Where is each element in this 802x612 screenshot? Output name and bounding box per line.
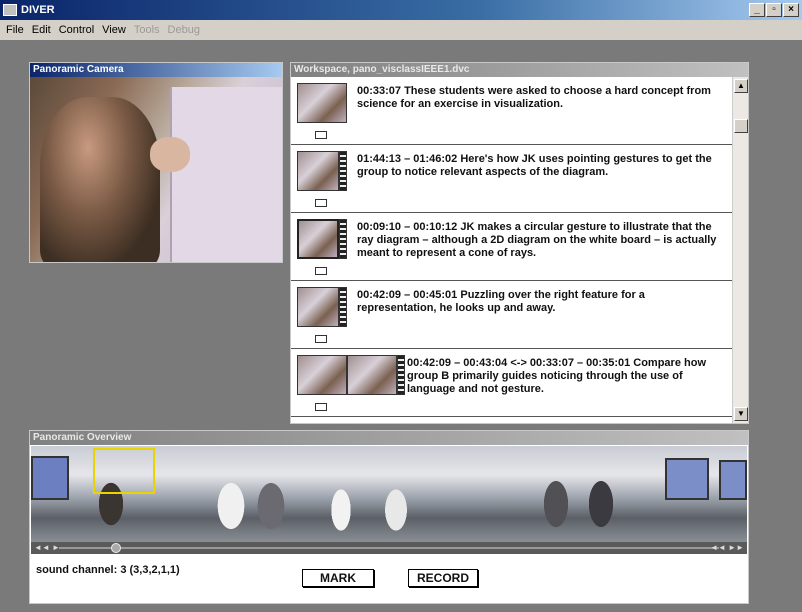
menu-bar: File Edit Control View Tools Debug <box>0 20 802 40</box>
workspace-panel: Workspace, pano_visclassIEEE1.dvc 00:33:… <box>290 62 749 424</box>
camera-panel-title: Panoramic Camera <box>30 63 282 77</box>
clip-thumbnail[interactable] <box>297 287 339 327</box>
filmstrip-icon <box>339 151 347 191</box>
rewind-icon[interactable]: ◄◄ ► <box>34 543 60 552</box>
clip-thumbnail[interactable] <box>297 355 347 395</box>
entry-marker[interactable] <box>315 267 327 275</box>
menu-tools: Tools <box>133 24 160 36</box>
app-icon <box>3 4 17 16</box>
scroll-down-icon[interactable]: ▼ <box>734 407 748 421</box>
mark-button[interactable]: MARK <box>302 569 374 587</box>
annotation-text[interactable]: 00:33:07 These students were asked to ch… <box>357 85 724 111</box>
record-button[interactable]: RECORD <box>408 569 478 587</box>
forward-icon[interactable]: ◄◄ ►► <box>710 543 744 552</box>
filmstrip-icon <box>339 287 347 327</box>
scroll-up-icon[interactable]: ▲ <box>734 79 748 93</box>
filmstrip-icon <box>339 219 347 259</box>
projector-screen-image <box>665 458 709 500</box>
close-button[interactable]: × <box>783 3 799 17</box>
clip-thumbnail[interactable] <box>347 355 397 395</box>
menu-edit[interactable]: Edit <box>32 24 51 36</box>
window-title-bar: DIVER _ ▫ × <box>0 0 802 20</box>
list-item[interactable]: 00:42:09 – 00:45:01 Puzzling over the ri… <box>291 281 732 349</box>
menu-control[interactable]: Control <box>59 24 94 36</box>
list-item[interactable]: 00:09:10 – 00:10:12 JK makes a circular … <box>291 213 732 281</box>
entry-marker[interactable] <box>315 199 327 207</box>
annotation-text[interactable]: 00:09:10 – 00:10:12 JK makes a circular … <box>357 221 724 260</box>
annotation-text[interactable]: 01:44:13 – 01:46:02 Here's how JK uses p… <box>357 153 724 179</box>
minimize-button[interactable]: _ <box>749 3 765 17</box>
clip-thumbnail[interactable] <box>297 151 339 191</box>
list-item[interactable]: 00:42:09 – 00:43:04 <-> 00:33:07 – 00:35… <box>291 349 732 417</box>
annotation-list: 00:33:07 These students were asked to ch… <box>291 77 732 423</box>
sound-channel-label: sound channel: 3 (3,3,2,1,1) <box>36 564 180 576</box>
workspace-panel-title: Workspace, pano_visclassIEEE1.dvc <box>291 63 748 77</box>
whiteboard-image <box>170 87 282 262</box>
panorama-video-strip[interactable] <box>31 446 747 542</box>
panoramic-overview-panel: Panoramic Overview ◄◄ ► ◄◄ ►► sound chan… <box>29 430 749 604</box>
list-item[interactable]: 00:33:07 These students were asked to ch… <box>291 77 732 145</box>
overview-panel-title: Panoramic Overview <box>30 431 748 445</box>
scroll-thumb[interactable] <box>734 119 748 133</box>
clip-thumbnail[interactable] <box>297 219 339 259</box>
maximize-button[interactable]: ▫ <box>766 3 782 17</box>
entry-marker[interactable] <box>315 335 327 343</box>
timeline-scrubber[interactable]: ◄◄ ► ◄◄ ►► <box>31 542 747 554</box>
panoramic-camera-panel: Panoramic Camera <box>29 62 283 263</box>
list-item[interactable]: 01:44:13 – 01:46:02 Here's how JK uses p… <box>291 145 732 213</box>
entry-marker[interactable] <box>315 131 327 139</box>
annotation-text[interactable]: 00:42:09 – 00:43:04 <-> 00:33:07 – 00:35… <box>407 357 724 396</box>
timeline-knob[interactable] <box>111 543 121 553</box>
camera-video-view[interactable] <box>30 77 282 262</box>
projector-screen-image <box>719 460 747 500</box>
filmstrip-icon <box>397 355 405 395</box>
presenter-image <box>40 97 160 262</box>
menu-debug: Debug <box>167 24 200 36</box>
timeline-track[interactable] <box>59 547 719 549</box>
window-title: DIVER <box>21 4 55 16</box>
clip-thumbnail[interactable] <box>297 83 347 123</box>
workspace-scrollbar[interactable]: ▲ ▼ <box>732 77 748 423</box>
entry-marker[interactable] <box>315 403 327 411</box>
menu-file[interactable]: File <box>6 24 24 36</box>
menu-view[interactable]: View <box>102 24 126 36</box>
annotation-text[interactable]: 00:42:09 – 00:45:01 Puzzling over the ri… <box>357 289 724 315</box>
gesture-hand-image <box>150 137 190 172</box>
region-of-interest-box[interactable] <box>93 448 155 494</box>
